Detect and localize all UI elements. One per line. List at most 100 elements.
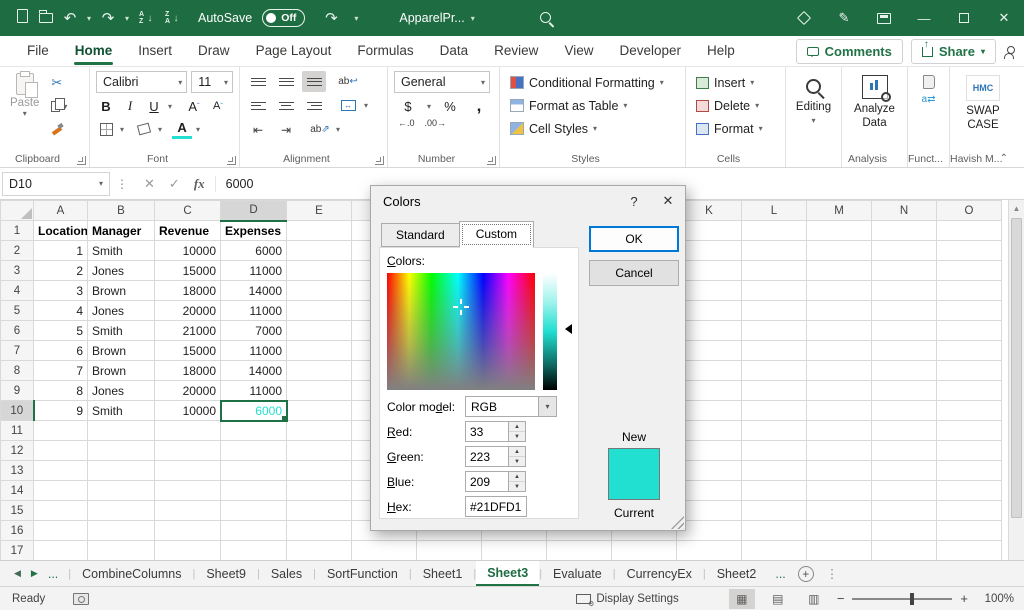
- redo-quick-icon[interactable]: ↷: [321, 9, 341, 27]
- cell-D3[interactable]: 11000: [220, 260, 287, 281]
- cell-O5[interactable]: [936, 300, 1002, 321]
- cell-D13[interactable]: [220, 460, 287, 481]
- cell-C15[interactable]: [154, 500, 221, 521]
- dialog-help-button[interactable]: ?: [617, 186, 651, 216]
- row-header-12[interactable]: 12: [0, 440, 34, 461]
- cell-A12[interactable]: [33, 440, 88, 461]
- cell-N7[interactable]: [871, 340, 937, 361]
- sheet-overflow-left[interactable]: ...: [48, 567, 58, 581]
- row-header-15[interactable]: 15: [0, 500, 34, 521]
- align-bottom-button[interactable]: [302, 71, 326, 92]
- cell-K11[interactable]: [676, 420, 742, 441]
- cell-E16[interactable]: [286, 520, 352, 541]
- cell-A9[interactable]: 8: [33, 380, 88, 401]
- cell-O8[interactable]: [936, 360, 1002, 381]
- cell-C1[interactable]: Revenue: [154, 220, 221, 241]
- cell-O16[interactable]: [936, 520, 1002, 541]
- hex-input[interactable]: #21DFD1: [465, 496, 527, 517]
- cell-A1[interactable]: Location: [33, 220, 88, 241]
- cell-C7[interactable]: 15000: [154, 340, 221, 361]
- tab-insert[interactable]: Insert: [125, 37, 185, 65]
- cell-D4[interactable]: 14000: [220, 280, 287, 301]
- increase-decimal-button[interactable]: ←.0: [398, 119, 415, 128]
- zoom-out-button[interactable]: −: [837, 591, 845, 606]
- blue-input[interactable]: 209: [465, 471, 509, 492]
- cell-G17[interactable]: [416, 540, 482, 560]
- analyze-data-button[interactable]: Analyze Data: [848, 71, 901, 130]
- view-page-break-button[interactable]: ▥: [801, 589, 827, 609]
- cell-K7[interactable]: [676, 340, 742, 361]
- percent-style-button[interactable]: %: [440, 96, 460, 116]
- cell-C13[interactable]: [154, 460, 221, 481]
- cell-O1[interactable]: [936, 220, 1002, 241]
- underline-button[interactable]: U: [144, 96, 164, 116]
- styles-item-0[interactable]: Conditional Formatting ▾: [506, 71, 679, 94]
- cell-O4[interactable]: [936, 280, 1002, 301]
- cell-M6[interactable]: [806, 320, 872, 341]
- cell-L1[interactable]: [741, 220, 807, 241]
- cell-C6[interactable]: 21000: [154, 320, 221, 341]
- cell-O12[interactable]: [936, 440, 1002, 461]
- cell-E9[interactable]: [286, 380, 352, 401]
- cell-A4[interactable]: 3: [33, 280, 88, 301]
- cell-K15[interactable]: [676, 500, 742, 521]
- cell-A14[interactable]: [33, 480, 88, 501]
- cell-B9[interactable]: Jones: [87, 380, 155, 401]
- spin-down-icon[interactable]: ▼: [509, 432, 525, 441]
- row-header-11[interactable]: 11: [0, 420, 34, 441]
- share-button[interactable]: Share▾: [910, 39, 996, 64]
- scroll-up-icon[interactable]: ▲: [1009, 200, 1024, 216]
- cell-A7[interactable]: 6: [33, 340, 88, 361]
- view-normal-button[interactable]: ▦: [728, 588, 755, 609]
- qat-overflow-icon[interactable]: ▾: [351, 14, 361, 23]
- cell-B17[interactable]: [87, 540, 155, 560]
- people-icon[interactable]: [1004, 45, 1015, 59]
- cell-N13[interactable]: [871, 460, 937, 481]
- cell-L5[interactable]: [741, 300, 807, 321]
- cells-item-insert[interactable]: Insert ▾: [692, 71, 779, 94]
- italic-button[interactable]: I: [120, 96, 140, 116]
- cell-K3[interactable]: [676, 260, 742, 281]
- open-file-icon[interactable]: [36, 9, 56, 27]
- row-header-17[interactable]: 17: [0, 540, 34, 560]
- blue-spinner[interactable]: ▲ ▼: [509, 471, 526, 492]
- minimize-button[interactable]: —: [904, 0, 944, 36]
- cell-H17[interactable]: [481, 540, 547, 560]
- cell-N1[interactable]: [871, 220, 937, 241]
- cell-C3[interactable]: 15000: [154, 260, 221, 281]
- cell-B7[interactable]: Brown: [87, 340, 155, 361]
- new-file-icon[interactable]: [12, 9, 32, 27]
- accounting-format-button[interactable]: $: [398, 96, 418, 116]
- font-color-button[interactable]: A: [172, 119, 193, 139]
- row-header-5[interactable]: 5: [0, 300, 34, 321]
- column-header-N[interactable]: N: [871, 200, 937, 221]
- cell-L11[interactable]: [741, 420, 807, 441]
- cell-E8[interactable]: [286, 360, 352, 381]
- cell-D12[interactable]: [220, 440, 287, 461]
- chevron-down-icon[interactable]: ▾: [538, 397, 556, 416]
- green-input[interactable]: 223: [465, 446, 509, 467]
- select-all-corner[interactable]: [0, 200, 34, 221]
- align-right-button[interactable]: [302, 95, 326, 116]
- ok-button[interactable]: OK: [589, 226, 679, 252]
- column-header-A[interactable]: A: [33, 200, 88, 221]
- document-title[interactable]: ApparelPr... ▾: [399, 11, 474, 25]
- cell-D5[interactable]: 11000: [220, 300, 287, 321]
- cells-item-delete[interactable]: Delete ▾: [692, 94, 779, 117]
- styles-item-1[interactable]: Format as Table ▾: [506, 94, 679, 117]
- cell-C4[interactable]: 18000: [154, 280, 221, 301]
- cell-E13[interactable]: [286, 460, 352, 481]
- cell-A3[interactable]: 2: [33, 260, 88, 281]
- cell-M2[interactable]: [806, 240, 872, 261]
- clipboard-dialog-launcher[interactable]: [77, 156, 86, 165]
- confirm-entry-button[interactable]: ✓: [169, 176, 180, 192]
- decrease-decimal-button[interactable]: .00→: [425, 119, 447, 128]
- cell-F17[interactable]: [351, 540, 417, 560]
- decrease-font-size-button[interactable]: Aˇ: [208, 96, 228, 116]
- cell-A10[interactable]: 9: [33, 400, 88, 421]
- cell-B13[interactable]: [87, 460, 155, 481]
- spin-up-icon[interactable]: ▲: [509, 472, 525, 482]
- sheet-tab-sheet9[interactable]: Sheet9: [195, 561, 257, 586]
- sort-za-icon[interactable]: ZA ↓: [162, 11, 184, 25]
- column-header-K[interactable]: K: [676, 200, 742, 221]
